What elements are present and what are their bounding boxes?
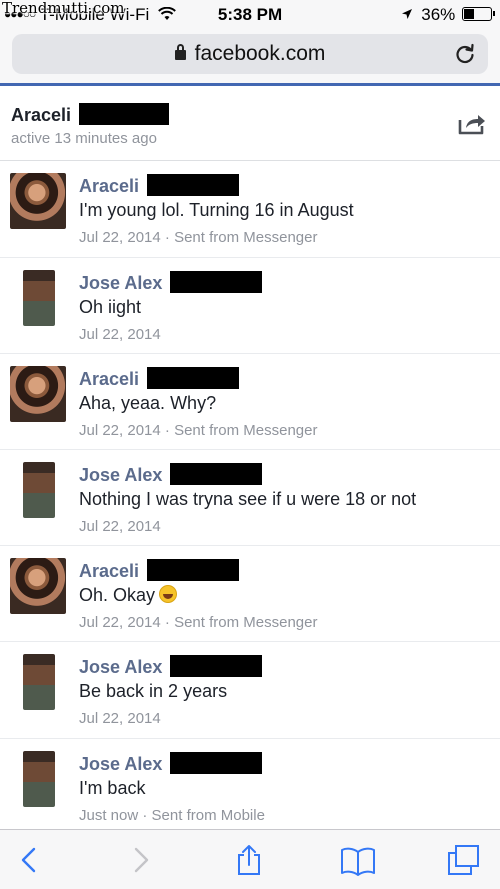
redaction-bar: [170, 752, 263, 774]
message-date: Jul 22, 2014: [79, 518, 161, 535]
browser-address-area: facebook.com: [0, 30, 500, 86]
sender-name[interactable]: Jose Alex: [79, 463, 263, 486]
message-meta: Jul 22, 2014 · Sent from Messenger: [79, 229, 318, 246]
sender-label: Araceli: [79, 561, 140, 581]
back-icon[interactable]: [14, 844, 44, 876]
sender-label: Araceli: [79, 176, 140, 196]
sender-name[interactable]: Araceli: [79, 559, 240, 582]
message-text-content: Oh. Okay: [79, 585, 156, 605]
message-text: Be back in 2 years: [79, 681, 228, 701]
redaction-bar: [170, 463, 263, 485]
message-date: Just now: [79, 807, 139, 824]
watermark: Trendmutti.com: [2, 0, 125, 17]
redaction-bar: [170, 271, 263, 293]
bookmarks-icon[interactable]: [340, 844, 376, 876]
reload-icon[interactable]: [454, 43, 476, 65]
battery-icon: [462, 7, 495, 21]
share-icon[interactable]: [458, 111, 486, 135]
avatar[interactable]: [23, 654, 55, 710]
message-meta: Jul 22, 2014: [79, 326, 161, 343]
redaction-bar: [147, 559, 240, 581]
message-item[interactable]: Araceli I'm young lol. Turning 16 in Aug…: [0, 161, 500, 258]
conversation-header: Araceli active 13 minutes ago: [0, 89, 500, 161]
conversation-title: Araceli: [11, 103, 170, 126]
activity-status: active 13 minutes ago: [11, 130, 157, 147]
sender-name[interactable]: Jose Alex: [79, 752, 263, 775]
message-date: Jul 22, 2014: [79, 326, 161, 343]
message-date: Jul 22, 2014: [79, 422, 161, 439]
address-bar[interactable]: facebook.com: [12, 34, 488, 74]
message-item[interactable]: Jose Alex Nothing I was tryna see if u w…: [0, 450, 500, 546]
tabs-icon[interactable]: [446, 844, 480, 876]
message-text: Nothing I was tryna see if u were 18 or …: [79, 489, 417, 509]
share-icon[interactable]: [234, 844, 264, 876]
battery-percent: 36%: [421, 5, 456, 24]
message-source: Sent from Messenger: [174, 614, 318, 631]
contact-name: Araceli: [11, 105, 72, 125]
sender-name[interactable]: Jose Alex: [79, 271, 263, 294]
message-text: I'm young lol. Turning 16 in August: [79, 200, 354, 220]
avatar[interactable]: [23, 751, 55, 807]
sender-name[interactable]: Araceli: [79, 367, 240, 390]
redaction-bar: [79, 103, 170, 125]
sender-label: Jose Alex: [79, 465, 163, 485]
sender-label: Jose Alex: [79, 754, 163, 774]
message-text: Aha, yeaa. Why?: [79, 393, 217, 413]
laughing-emoji-icon: [159, 585, 178, 603]
url-text: facebook.com: [194, 42, 326, 65]
browser-toolbar: [0, 829, 500, 889]
message-source: Sent from Messenger: [174, 229, 318, 246]
message-source: Sent from Messenger: [174, 422, 318, 439]
message-item[interactable]: Araceli Aha, yeaa. Why? Jul 22, 2014 · S…: [0, 354, 500, 450]
lock-icon: [174, 44, 186, 60]
sender-label: Jose Alex: [79, 273, 163, 293]
avatar[interactable]: [23, 270, 55, 326]
forward-icon[interactable]: [126, 844, 156, 876]
status-bar: ●●●○○ T-Mobile Wi-Fi 5:38 PM 36% Trendmu…: [0, 0, 500, 30]
message-date: Jul 22, 2014: [79, 710, 161, 727]
message-item[interactable]: Jose Alex I'm back Just now · Sent from …: [0, 739, 500, 831]
avatar[interactable]: [10, 366, 66, 422]
message-item[interactable]: Jose Alex Be back in 2 years Jul 22, 201…: [0, 642, 500, 739]
sender-name[interactable]: Araceli: [79, 174, 240, 197]
sender-label: Jose Alex: [79, 657, 163, 677]
message-meta: Jul 22, 2014: [79, 518, 161, 535]
location-icon: [401, 9, 412, 19]
message-date: Jul 22, 2014: [79, 229, 161, 246]
redaction-bar: [147, 367, 240, 389]
sender-label: Araceli: [79, 369, 140, 389]
message-list: Araceli I'm young lol. Turning 16 in Aug…: [0, 161, 500, 831]
redaction-bar: [170, 655, 263, 677]
message-meta: Jul 22, 2014: [79, 710, 161, 727]
message-meta: Jul 22, 2014 · Sent from Messenger: [79, 422, 318, 439]
battery-fill: [464, 9, 475, 19]
avatar[interactable]: [10, 558, 66, 614]
message-text: I'm back: [79, 778, 146, 798]
avatar[interactable]: [10, 173, 66, 229]
message-item[interactable]: Araceli Oh. Okay Jul 22, 2014 · Sent fro…: [0, 546, 500, 642]
sender-name[interactable]: Jose Alex: [79, 655, 263, 678]
battery-info: 36%: [401, 5, 495, 25]
message-text: Oh. Okay: [79, 585, 178, 606]
address-text-wrapper: facebook.com: [12, 42, 488, 66]
avatar[interactable]: [23, 462, 55, 518]
message-meta: Just now · Sent from Mobile: [79, 807, 265, 824]
redaction-bar: [147, 174, 240, 196]
message-source: Sent from Mobile: [151, 807, 265, 824]
message-date: Jul 22, 2014: [79, 614, 161, 631]
message-meta: Jul 22, 2014 · Sent from Messenger: [79, 614, 318, 631]
message-item[interactable]: Jose Alex Oh iight Jul 22, 2014: [0, 258, 500, 354]
message-text: Oh iight: [79, 297, 142, 317]
